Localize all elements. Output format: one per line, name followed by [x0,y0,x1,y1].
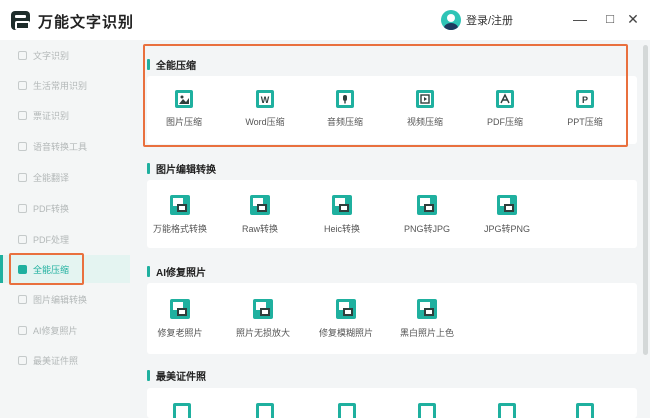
sidebar-item-ai-photo[interactable]: AI修复照片 [0,316,130,344]
login-area[interactable]: 登录/注册 [441,10,513,30]
id-photo-icon [18,355,27,365]
tool-jpg-to-png[interactable]: JPG转PNG [472,194,542,235]
sidebar-item-label: 语音转换工具 [33,141,88,152]
voice-tools-icon [18,141,27,151]
tool-label: 万能格式转换 [152,224,207,234]
id-photo-tool-icon[interactable] [255,402,275,418]
tool-label: 黑白照片上色 [399,328,454,338]
text-recognition-icon [18,50,27,60]
tool-label: 修复老照片 [157,328,203,338]
sidebar-item-life-recognition[interactable]: 生活常用识别 [0,71,130,99]
tool-png-to-jpg[interactable]: PNG转JPG [392,194,462,235]
panel-image-edit: 万能格式转换 Raw转换 Heic转换 PNG转JPG JPG转PNG [147,180,637,248]
restore-old-photo-icon [170,299,190,319]
sidebar-item-text-recognition[interactable]: 文字识别 [0,41,130,69]
tool-raw-convert[interactable]: Raw转换 [225,194,295,235]
tool-label: 照片无损放大 [235,328,290,338]
image-edit-icon [18,294,27,304]
sidebar: 文字识别 生活常用识别 票证识别 语音转换工具 全能翻译 PDF转换 PDF处理… [0,40,130,418]
sidebar-item-pdf-process[interactable]: PDF处理 [0,225,130,253]
tool-lossless-upscale[interactable]: 照片无损放大 [228,298,298,339]
png-to-jpg-icon [417,195,437,215]
section-title-text: 图片编辑转换 [156,165,216,176]
id-photo-tool-icon[interactable] [575,402,595,418]
sidebar-item-label: 票证识别 [33,110,70,121]
title-bar: 万能文字识别 登录/注册 — □ ✕ [0,0,650,40]
sidebar-item-id-photo[interactable]: 最美证件照 [0,346,130,374]
sidebar-item-pdf-convert[interactable]: PDF转换 [0,194,130,222]
tool-label: PNG转JPG [403,224,450,234]
lossless-upscale-icon [253,299,273,319]
tool-deblur-photo[interactable]: 修复模糊照片 [311,298,381,339]
avatar[interactable] [441,10,461,30]
heic-convert-icon [332,195,352,215]
pdf-process-icon [18,234,27,244]
scrollbar-thumb[interactable] [643,45,648,355]
sidebar-item-translate[interactable]: 全能翻译 [0,163,130,191]
section-title-id-photo: 最美证件照 [147,368,206,383]
id-photo-tool-icon[interactable] [497,402,517,418]
ticket-recognition-icon [18,110,27,120]
panel-id-photo [147,388,637,418]
sidebar-highlight-box [9,253,84,285]
jpg-to-png-icon [497,195,517,215]
id-photo-tool-icon[interactable] [417,402,437,418]
tool-label: Raw转换 [241,224,278,234]
section-title-text: 最美证件照 [156,372,206,383]
pdf-convert-icon [18,203,27,213]
sidebar-item-label: PDF转换 [33,203,70,214]
login-link[interactable]: 登录/注册 [466,12,513,28]
sidebar-item-label: AI修复照片 [33,325,78,336]
life-recognition-icon [18,80,27,90]
tool-colorize-photo[interactable]: 黑白照片上色 [392,298,462,339]
app-title: 万能文字识别 [38,14,135,31]
ai-photo-icon [18,325,27,335]
tool-format-convert[interactable]: 万能格式转换 [145,194,215,235]
id-photo-tool-icon[interactable] [337,402,357,418]
compress-highlight-box [143,44,628,147]
close-button[interactable]: ✕ [626,12,640,26]
sidebar-item-label: 全能翻译 [33,172,70,183]
tool-restore-old-photo[interactable]: 修复老照片 [145,298,215,339]
sidebar-item-image-edit[interactable]: 图片编辑转换 [0,285,130,313]
sidebar-item-voice-tools[interactable]: 语音转换工具 [0,132,130,160]
sidebar-item-label: 文字识别 [33,50,70,61]
tool-label: 修复模糊照片 [318,328,373,338]
colorize-photo-icon [417,299,437,319]
sidebar-item-label: 图片编辑转换 [33,294,88,305]
panel-ai-photo: 修复老照片 照片无损放大 修复模糊照片 黑白照片上色 [147,283,637,354]
tool-label: JPG转PNG [483,224,530,234]
app-logo-icon [11,11,30,30]
section-title-image-edit: 图片编辑转换 [147,161,216,176]
minimize-button[interactable]: — [573,12,587,26]
format-convert-icon [170,195,190,215]
deblur-photo-icon [336,299,356,319]
maximize-button[interactable]: □ [603,12,617,26]
sidebar-item-ticket-recognition[interactable]: 票证识别 [0,101,130,129]
tool-heic-convert[interactable]: Heic转换 [307,194,377,235]
section-title-ai-photo: AI修复照片 [147,264,206,279]
tool-label: Heic转换 [323,224,360,234]
sidebar-item-label: PDF处理 [33,234,70,245]
sidebar-item-label: 最美证件照 [33,355,79,366]
id-photo-tool-icon[interactable] [172,402,192,418]
translate-icon [18,172,27,182]
section-title-text: AI修复照片 [156,268,206,279]
raw-convert-icon [250,195,270,215]
sidebar-item-label: 生活常用识别 [33,80,88,91]
